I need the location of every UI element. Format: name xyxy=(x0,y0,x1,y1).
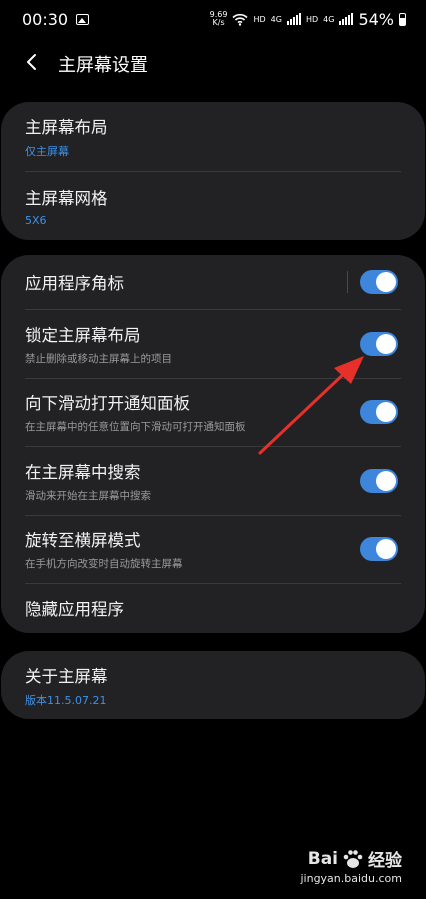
row-title: 锁定主屏幕布局 xyxy=(25,325,141,345)
app-header: 主屏幕设置 xyxy=(0,44,426,80)
back-arrow-icon[interactable] xyxy=(22,52,42,72)
net-speed-unit: K/s xyxy=(212,18,225,27)
page-title: 主屏幕设置 xyxy=(58,55,148,76)
red-arrow-annotation xyxy=(258,356,364,455)
about-card: 关于主屏幕 版本11.5.07.21 xyxy=(1,651,425,719)
gallery-notification-icon xyxy=(76,13,90,25)
status-icons: 9.69 K/s HD 4G HD 4G 54% xyxy=(210,10,406,29)
signal-icon-2 xyxy=(339,13,354,25)
toggle-knob xyxy=(376,470,396,491)
rotate-landscape-toggle[interactable] xyxy=(360,537,398,561)
row-description: 在手机方向改变时自动旋转主屏幕 xyxy=(25,558,183,570)
lte-badge-1: 4G xyxy=(270,14,282,24)
row-title: 隐藏应用程序 xyxy=(25,600,124,619)
row-description: 滑动来开始在主屏幕中搜索 xyxy=(25,489,151,502)
row-title: 应用程序角标 xyxy=(25,274,124,293)
toggle-knob xyxy=(376,333,396,354)
version-text: 版本11.5.07.21 xyxy=(25,693,107,707)
about-home-screen-row[interactable]: 关于主屏幕 版本11.5.07.21 xyxy=(1,651,425,719)
wifi-icon xyxy=(232,13,249,26)
watermark-brand-left: Bai xyxy=(307,848,338,869)
row-value: 5X6 xyxy=(25,213,47,227)
signal-icon-1 xyxy=(286,13,301,25)
status-bar: 00:30 9.69 K/s HD 4G HD 4G 54% xyxy=(0,0,426,38)
hd-badge-1: HD xyxy=(253,14,266,24)
home-search-toggle[interactable] xyxy=(360,468,398,493)
row-title: 关于主屏幕 xyxy=(25,666,108,686)
row-title: 在主屏幕中搜索 xyxy=(25,462,141,482)
status-time: 00:30 xyxy=(22,9,69,29)
row-title: 主屏幕网格 xyxy=(25,188,108,208)
baidu-jingyan-watermark: Bai 经验 jingyan.baidu.com xyxy=(300,846,402,886)
row-title: 主屏幕布局 xyxy=(25,118,108,137)
toggle-knob xyxy=(376,539,396,559)
paw-logo-icon xyxy=(343,849,363,868)
row-title: 旋转至横屏模式 xyxy=(25,531,141,550)
hide-apps-row[interactable]: 隐藏应用程序 xyxy=(1,583,425,633)
layout-settings-card: 主屏幕布局 仅主屏幕 主屏幕网格 5X6 xyxy=(1,102,425,240)
lte-badge-2: 4G xyxy=(323,14,335,24)
watermark-brand-right: 经验 xyxy=(368,851,402,871)
battery-percent: 54% xyxy=(358,9,394,29)
watermark-brand: Bai 经验 xyxy=(300,846,402,872)
rotate-landscape-row[interactable]: 旋转至横屏模式 在手机方向改变时自动旋转主屏幕 xyxy=(1,515,425,583)
hd-badge-2: HD xyxy=(305,14,319,24)
home-screen-grid-row[interactable]: 主屏幕网格 5X6 xyxy=(1,171,425,240)
home-screen-layout-row[interactable]: 主屏幕布局 仅主屏幕 xyxy=(1,102,425,171)
app-icon-badges-toggle[interactable] xyxy=(360,270,398,294)
watermark-url: jingyan.baidu.com xyxy=(300,872,402,885)
battery-icon xyxy=(399,12,406,26)
row-value: 仅主屏幕 xyxy=(25,145,69,158)
network-speed: 9.69 K/s xyxy=(210,11,228,27)
toggle-knob xyxy=(376,272,396,292)
row-divider xyxy=(347,271,348,293)
app-icon-badges-row[interactable]: 应用程序角标 xyxy=(1,255,425,309)
toggle-knob xyxy=(376,402,396,422)
